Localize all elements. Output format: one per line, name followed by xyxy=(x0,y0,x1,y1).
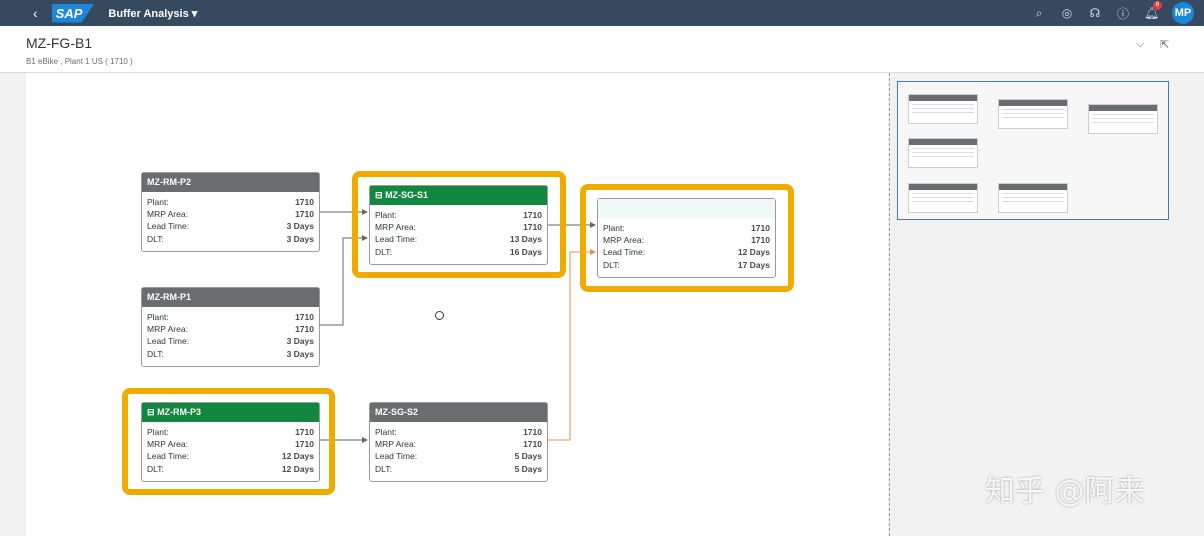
watermark: 知乎 @阿来 xyxy=(985,474,1145,509)
field-label: DLT: xyxy=(147,348,164,359)
field-value: 1710 xyxy=(523,210,542,220)
field-value: 3 Days xyxy=(286,348,314,359)
node-row-dlt: DLT: 12 Days xyxy=(142,463,319,475)
busy-cursor-icon xyxy=(435,311,444,320)
field-value: 1710 xyxy=(751,223,770,233)
field-label: Lead Time: xyxy=(147,221,190,232)
buffer-icon: ⊟ xyxy=(147,407,155,417)
field-label: DLT: xyxy=(375,246,392,257)
field-value: 12 Days xyxy=(281,463,314,474)
node-row-lead: Lead Time: 12 Days xyxy=(598,246,775,258)
node-row-plant: Plant: 1710 xyxy=(370,426,547,438)
node-header: MZ-RM-P2 xyxy=(142,173,319,192)
node-row-dlt: DLT: 5 Days xyxy=(370,463,547,475)
node-title: MZ-SG-S1 xyxy=(385,190,429,200)
field-label: Plant: xyxy=(147,197,169,207)
node-row-plant: Plant: 1710 xyxy=(142,196,319,208)
field-value: 5 Days xyxy=(514,463,542,474)
field-label: MRP Area: xyxy=(147,209,188,220)
field-value: 3 Days xyxy=(286,221,314,232)
field-value: 1710 xyxy=(523,439,542,450)
material-node[interactable]: ⊟ MZ-SG-S1 Plant: 1710 MRP Area: 1710 Lead Ti… xyxy=(369,185,548,265)
field-label: DLT: xyxy=(603,259,620,270)
field-value: 1710 xyxy=(295,324,314,335)
node-header xyxy=(598,199,775,218)
field-value: 12 Days xyxy=(281,451,314,462)
node-row-lead: Lead Time: 12 Days xyxy=(142,450,319,462)
material-node[interactable]: ⊟ MZ-RM-P3 Plant: 1710 MRP Area: 1710 Lead Ti… xyxy=(141,402,320,482)
node-row-mrp: MRP Area: 1710 xyxy=(370,221,547,233)
node-row-dlt: DLT: 16 Days xyxy=(370,246,547,258)
field-label: Lead Time: xyxy=(375,451,418,462)
node-row-lead: Lead Time: 3 Days xyxy=(142,335,319,347)
node-row-dlt: DLT: 3 Days xyxy=(142,233,319,245)
field-value: 1710 xyxy=(751,235,770,246)
material-node[interactable]: MZ-RM-P1 Plant: 1710 MRP Area: 1710 Lead Time… xyxy=(141,287,320,367)
field-value: 1710 xyxy=(523,427,542,437)
field-label: MRP Area: xyxy=(375,222,416,233)
node-title: MZ-SG-S2 xyxy=(375,407,419,417)
field-label: Plant: xyxy=(375,427,397,437)
field-value: 16 Days xyxy=(509,246,542,257)
material-node[interactable]: Plant: 1710 MRP Area: 1710 Lead Time: 12 Days… xyxy=(597,198,776,278)
node-title: MZ-RM-P3 xyxy=(157,407,202,417)
field-value: 3 Days xyxy=(286,233,314,244)
node-row-lead: Lead Time: 3 Days xyxy=(142,220,319,232)
node-header: MZ-SG-S2 xyxy=(370,403,547,422)
field-label: Lead Time: xyxy=(375,234,418,245)
node-row-plant: Plant: 1710 xyxy=(598,222,775,234)
field-label: DLT: xyxy=(147,463,164,474)
node-row-mrp: MRP Area: 1710 xyxy=(598,234,775,246)
field-value: 1710 xyxy=(523,222,542,233)
material-node[interactable]: MZ-RM-P2 Plant: 1710 MRP Area: 1710 Lead Time… xyxy=(141,172,320,252)
field-label: Lead Time: xyxy=(147,336,190,347)
field-label: Lead Time: xyxy=(147,451,190,462)
node-row-plant: Plant: 1710 xyxy=(370,209,547,221)
buffer-icon: ⊟ xyxy=(375,190,383,200)
field-value: 13 Days xyxy=(509,234,542,245)
node-row-dlt: DLT: 3 Days xyxy=(142,348,319,360)
field-label: Plant: xyxy=(147,427,169,437)
node-title: MZ-RM-P1 xyxy=(147,292,191,302)
field-label: Lead Time: xyxy=(603,247,646,258)
node-row-mrp: MRP Area: 1710 xyxy=(142,208,319,220)
field-value: 1710 xyxy=(295,439,314,450)
node-row-mrp: MRP Area: 1710 xyxy=(370,438,547,450)
field-value: 1710 xyxy=(295,312,314,322)
node-row-mrp: MRP Area: 1710 xyxy=(142,438,319,450)
node-header: MZ-RM-P1 xyxy=(142,288,319,307)
field-value: 1710 xyxy=(295,197,314,207)
material-node[interactable]: MZ-SG-S2 Plant: 1710 MRP Area: 1710 Lead Time… xyxy=(369,402,548,482)
node-row-plant: Plant: 1710 xyxy=(142,426,319,438)
field-label: DLT: xyxy=(147,233,164,244)
node-header: ⊟ MZ-RM-P3 xyxy=(142,403,319,422)
node-row-plant: Plant: 1710 xyxy=(142,311,319,323)
node-title: MZ-RM-P2 xyxy=(147,177,191,187)
field-label: MRP Area: xyxy=(147,324,188,335)
field-value: 1710 xyxy=(295,209,314,220)
field-value: 12 Days xyxy=(737,247,770,258)
node-row-dlt: DLT: 17 Days xyxy=(598,259,775,271)
field-value: 5 Days xyxy=(514,451,542,462)
field-value: 17 Days xyxy=(737,259,770,270)
field-label: Plant: xyxy=(375,210,397,220)
field-label: MRP Area: xyxy=(147,439,188,450)
node-row-mrp: MRP Area: 1710 xyxy=(142,323,319,335)
field-label: MRP Area: xyxy=(603,235,644,246)
field-value: 3 Days xyxy=(286,336,314,347)
node-header: ⊟ MZ-SG-S1 xyxy=(370,186,547,205)
field-value: 1710 xyxy=(295,427,314,437)
field-label: Plant: xyxy=(147,312,169,322)
field-label: Plant: xyxy=(603,223,625,233)
field-label: MRP Area: xyxy=(375,439,416,450)
field-label: DLT: xyxy=(375,463,392,474)
minimap[interactable] xyxy=(897,81,1169,220)
node-row-lead: Lead Time: 13 Days xyxy=(370,233,547,245)
node-row-lead: Lead Time: 5 Days xyxy=(370,450,547,462)
